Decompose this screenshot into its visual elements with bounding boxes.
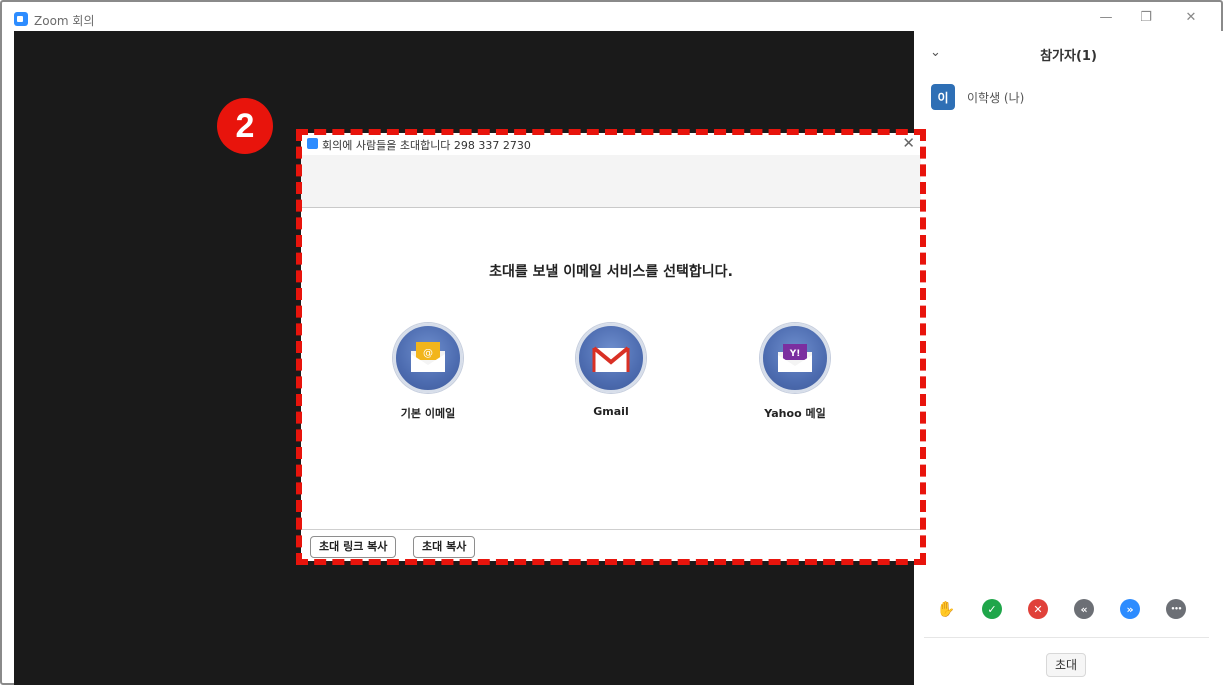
raise-hand-icon[interactable]: ✋	[936, 599, 956, 619]
go-slower-icon[interactable]: «	[1074, 599, 1094, 619]
yes-icon[interactable]: ✓	[982, 599, 1002, 619]
participants-title: 참가자(1)	[1040, 49, 1097, 64]
participants-panel: 참가자(1) ⌄ 이 이학생 (나) ✋ ✓ ✕ « » ••• 초대	[914, 31, 1223, 685]
more-icon[interactable]: •••	[1166, 599, 1186, 619]
title-bar: Zoom 회의 — ❐ ✕	[4, 4, 1221, 31]
chevron-down-icon[interactable]: ⌄	[930, 45, 941, 60]
participant-row[interactable]: 이 이학생 (나)	[931, 83, 1024, 111]
reaction-bar: ✋ ✓ ✕ « » •••	[928, 599, 1210, 621]
highlight-box	[296, 129, 926, 565]
zoom-app-icon	[14, 12, 28, 26]
restore-button[interactable]: ❐	[1132, 8, 1160, 28]
close-window-button[interactable]: ✕	[1177, 8, 1205, 28]
avatar: 이	[931, 84, 955, 110]
participant-name: 이학생 (나)	[967, 90, 1025, 105]
no-icon[interactable]: ✕	[1028, 599, 1048, 619]
window-title: Zoom 회의	[34, 14, 95, 28]
divider	[924, 637, 1209, 638]
step-number-badge: 2	[217, 98, 273, 154]
zoom-window: Zoom 회의 — ❐ ✕ 참가자(1) ⌄ 이 이학생 (나) ✋ ✓ ✕ «…	[0, 0, 1223, 685]
invite-button[interactable]: 초대	[1046, 653, 1086, 677]
go-faster-icon[interactable]: »	[1120, 599, 1140, 619]
minimize-button[interactable]: —	[1092, 8, 1120, 28]
